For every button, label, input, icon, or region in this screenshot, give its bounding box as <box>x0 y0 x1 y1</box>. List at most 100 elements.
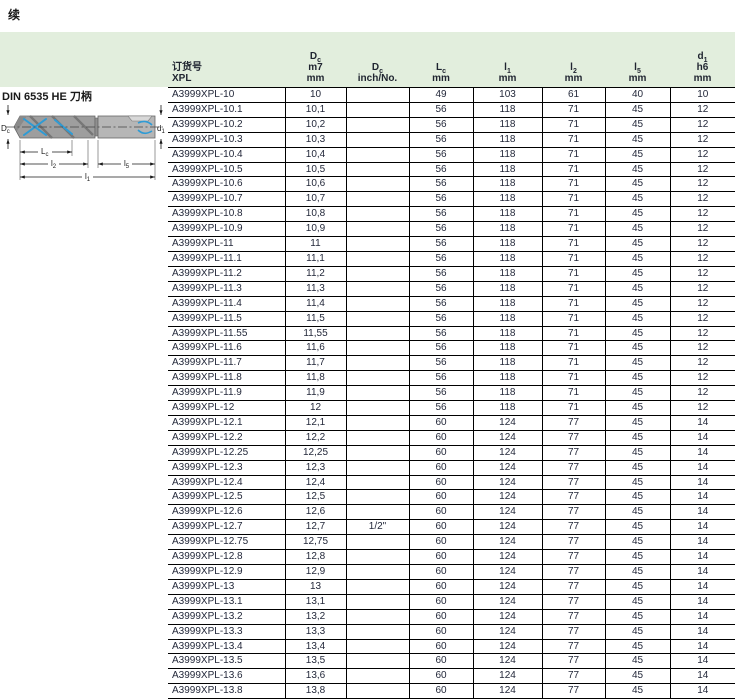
cell-dc-inch <box>346 594 409 609</box>
cell-dc-inch <box>346 222 409 237</box>
cell-dc-mm: 11,4 <box>285 296 346 311</box>
cell-l5: 45 <box>605 266 670 281</box>
cell-dc-inch <box>346 311 409 326</box>
cell-order: A3999XPL-11.6 <box>168 341 285 356</box>
cell-dc-inch <box>346 579 409 594</box>
cell-dc-inch: 1/2" <box>346 520 409 535</box>
cell-dc-mm: 12,75 <box>285 535 346 550</box>
cell-l2: 71 <box>542 222 605 237</box>
dimension-l2: l2 <box>20 157 88 170</box>
cell-l1: 124 <box>473 535 542 550</box>
cell-order: A3999XPL-13.8 <box>168 684 285 699</box>
cell-lc: 60 <box>409 624 473 639</box>
cell-d1: 12 <box>670 356 735 371</box>
spec-table-body: A3999XPL-101049103614010A3999XPL-10.110,… <box>168 88 735 699</box>
cell-l2: 71 <box>542 281 605 296</box>
cell-dc-mm: 10,4 <box>285 147 346 162</box>
cell-order: A3999XPL-12.5 <box>168 490 285 505</box>
cell-l5: 45 <box>605 177 670 192</box>
table-header-row: 订货号 XPL Dc m7 mm Dc inch/No. Lc mm l1 mm… <box>168 32 735 87</box>
cell-l2: 77 <box>542 490 605 505</box>
cell-order: A3999XPL-10 <box>168 88 285 103</box>
cell-d1: 12 <box>670 326 735 341</box>
cell-l5: 45 <box>605 684 670 699</box>
cell-dc-inch <box>346 251 409 266</box>
cell-dc-mm: 10 <box>285 88 346 103</box>
cell-order: A3999XPL-12.6 <box>168 505 285 520</box>
cell-l1: 124 <box>473 550 542 565</box>
cell-lc: 56 <box>409 296 473 311</box>
cell-dc-inch <box>346 460 409 475</box>
cell-order: A3999XPL-10.6 <box>168 177 285 192</box>
cell-l2: 77 <box>542 475 605 490</box>
cell-l2: 77 <box>542 430 605 445</box>
cell-dc-inch <box>346 445 409 460</box>
cell-dc-mm: 12,6 <box>285 505 346 520</box>
cell-d1: 12 <box>670 237 735 252</box>
table-row: A3999XPL-12.112,160124774514 <box>168 415 735 430</box>
cell-d1: 12 <box>670 386 735 401</box>
cell-l1: 124 <box>473 490 542 505</box>
cell-order: A3999XPL-11 <box>168 237 285 252</box>
cell-dc-mm: 10,2 <box>285 117 346 132</box>
cell-l1: 118 <box>473 237 542 252</box>
cell-dc-inch <box>346 341 409 356</box>
cell-dc-mm: 11,5 <box>285 311 346 326</box>
cell-d1: 12 <box>670 117 735 132</box>
column-header-d1: d1 h6 mm <box>670 51 735 84</box>
cell-l5: 45 <box>605 311 670 326</box>
cell-order: A3999XPL-11.55 <box>168 326 285 341</box>
cell-dc-mm: 13,6 <box>285 669 346 684</box>
cell-l5: 45 <box>605 207 670 222</box>
cell-order: A3999XPL-13.1 <box>168 594 285 609</box>
cell-order: A3999XPL-10.9 <box>168 222 285 237</box>
cell-dc-inch <box>346 505 409 520</box>
drill-technical-drawing: Dc d1 Lc l2 l5 l1 <box>0 100 168 196</box>
cell-l1: 118 <box>473 192 542 207</box>
cell-d1: 12 <box>670 102 735 117</box>
cell-dc-mm: 12,1 <box>285 415 346 430</box>
cell-l2: 77 <box>542 565 605 580</box>
cell-dc-inch <box>346 550 409 565</box>
cell-d1: 14 <box>670 579 735 594</box>
cell-d1: 12 <box>670 177 735 192</box>
cell-l1: 124 <box>473 430 542 445</box>
cell-dc-mm: 13,3 <box>285 624 346 639</box>
cell-l2: 77 <box>542 505 605 520</box>
cell-order: A3999XPL-11.9 <box>168 386 285 401</box>
table-row: A3999XPL-10.110,156118714512 <box>168 102 735 117</box>
cell-dc-mm: 12,9 <box>285 565 346 580</box>
cell-d1: 14 <box>670 490 735 505</box>
cell-dc-inch <box>346 624 409 639</box>
cell-dc-inch <box>346 475 409 490</box>
cell-order: A3999XPL-10.7 <box>168 192 285 207</box>
cell-d1: 12 <box>670 147 735 162</box>
cell-l5: 45 <box>605 594 670 609</box>
cell-dc-mm: 13,8 <box>285 684 346 699</box>
cell-dc-mm: 11,8 <box>285 371 346 386</box>
table-row: A3999XPL-10.310,356118714512 <box>168 132 735 147</box>
cell-d1: 14 <box>670 609 735 624</box>
table-row: A3999XPL-10.210,256118714512 <box>168 117 735 132</box>
cell-dc-inch <box>346 609 409 624</box>
cell-dc-inch <box>346 147 409 162</box>
table-row: A3999XPL-10.910,956118714512 <box>168 222 735 237</box>
cell-l5: 45 <box>605 386 670 401</box>
cell-dc-inch <box>346 102 409 117</box>
catalog-page: 续 订货号 XPL Dc m7 mm Dc inch/No. Lc mm l1 … <box>0 0 735 699</box>
cell-l1: 124 <box>473 565 542 580</box>
cell-order: A3999XPL-11.7 <box>168 356 285 371</box>
cell-lc: 60 <box>409 669 473 684</box>
cell-lc: 60 <box>409 654 473 669</box>
column-header-order: 订货号 XPL <box>168 62 285 84</box>
cell-order: A3999XPL-13.4 <box>168 639 285 654</box>
table-row: A3999XPL-11.711,756118714512 <box>168 356 735 371</box>
cell-d1: 12 <box>670 311 735 326</box>
cell-l5: 45 <box>605 192 670 207</box>
column-header-l2: l2 mm <box>542 62 605 84</box>
cell-order: A3999XPL-11.4 <box>168 296 285 311</box>
cell-d1: 14 <box>670 684 735 699</box>
cell-l2: 77 <box>542 520 605 535</box>
cell-order: A3999XPL-13.3 <box>168 624 285 639</box>
cell-l2: 71 <box>542 117 605 132</box>
